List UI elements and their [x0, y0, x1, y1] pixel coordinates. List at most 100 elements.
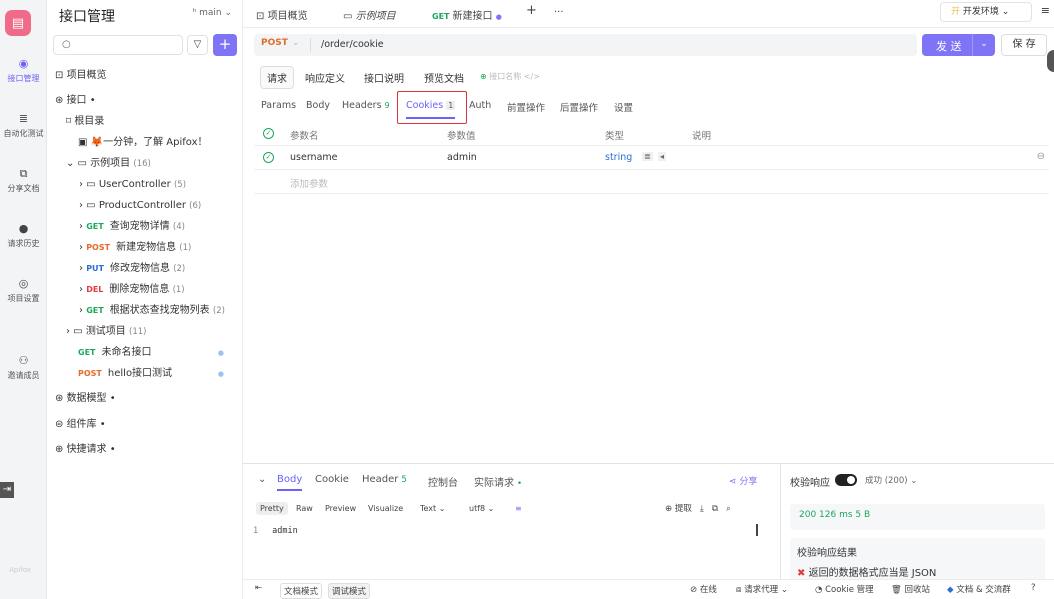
tree-endpoint[interactable]: POST hello接口测试 ●	[78, 364, 238, 384]
response-body[interactable]: 1 admin	[253, 526, 298, 536]
tree-item-quick-request[interactable]: ⊕ 快捷请求 •	[55, 440, 116, 460]
rail-item-api[interactable]: ◉ 接口管理	[0, 58, 47, 84]
tree-item-components[interactable]: ⊜ 组件库 •	[55, 415, 106, 435]
tab-overview[interactable]: ⊡ 项目概览	[256, 7, 308, 22]
scrollbar[interactable]	[756, 524, 758, 536]
api-name-field[interactable]: ⊕ 接口名称 </>	[480, 71, 540, 82]
collapse-sidebar-icon[interactable]: ⇤	[255, 583, 262, 593]
extract-button[interactable]: ⊕ 提取	[665, 504, 692, 514]
recycle-bin-button[interactable]: 🗑 回收站	[891, 583, 930, 595]
add-button[interactable]: +	[213, 34, 237, 56]
row-checkbox[interactable]: ✓	[263, 152, 274, 163]
save-button[interactable]: 保 存	[1001, 34, 1047, 56]
share-button[interactable]: ⋖ 分享	[729, 474, 757, 487]
response-tab-body[interactable]: Body	[277, 474, 303, 491]
side-panel-handle[interactable]	[1047, 50, 1054, 72]
response-tab-actual-request[interactable]: 实际请求 •	[474, 474, 522, 489]
view-pretty[interactable]: Pretty	[256, 502, 288, 515]
env-selector[interactable]: 开 开发环境 ⌄	[940, 2, 1032, 22]
doc-mode-button[interactable]: 文档模式	[280, 583, 323, 599]
tree-label: 快捷请求	[66, 444, 107, 455]
filter-button[interactable]: ▽	[187, 35, 208, 55]
tree-item-intro[interactable]: ▣ 🦊一分钟，了解 Apifox！	[78, 133, 208, 153]
cookie-manager-button[interactable]: ◔ Cookie 管理	[815, 583, 874, 595]
validate-toggle[interactable]	[835, 474, 857, 486]
add-param-field[interactable]: 添加参数	[290, 176, 328, 190]
arrow-icon[interactable]: ◂	[658, 152, 667, 161]
collapse-icon[interactable]: ⇥	[0, 482, 14, 498]
subtab-api-desc[interactable]: 接口说明	[364, 70, 404, 85]
help-icon[interactable]: ?	[1031, 583, 1036, 593]
view-preview[interactable]: Preview	[321, 502, 360, 515]
format-select[interactable]: Text ⌄	[416, 502, 449, 515]
tree-endpoint[interactable]: › GET 查询宠物详情 (4)	[79, 217, 185, 237]
tree-endpoint[interactable]: › PUT 修改宠物信息 (2)	[79, 259, 185, 279]
app-logo[interactable]: ▤	[5, 10, 31, 36]
select-all-checkbox[interactable]: ✓	[263, 128, 274, 139]
response-tab-header[interactable]: Header 5	[362, 474, 407, 485]
rail-item-history[interactable]: ● 请求历史	[0, 223, 47, 249]
tab-settings[interactable]: 设置	[614, 100, 633, 114]
chevron-down-icon[interactable]: ⌄	[972, 34, 995, 56]
batch-edit-icon[interactable]: ≣	[642, 152, 653, 161]
rail-item-docs[interactable]: ⧉ 分享文档	[0, 168, 47, 194]
tab-label: Params	[261, 100, 297, 111]
subtab-response-def[interactable]: 响应定义	[305, 70, 345, 85]
copy-icon[interactable]: ⧉	[712, 504, 718, 514]
tab-new-api[interactable]: GET 新建接口 ●	[432, 7, 502, 22]
proxy-button[interactable]: ⧈ 请求代理 ⌄	[736, 583, 788, 595]
wrap-icon[interactable]: ≡	[511, 502, 526, 515]
tab-post-actions[interactable]: 后置操作	[560, 100, 598, 114]
remove-row-icon[interactable]: ⊖	[1037, 151, 1045, 162]
debug-mode-button[interactable]: 调试模式	[328, 583, 371, 599]
param-type-select[interactable]: string	[605, 152, 632, 163]
encoding-select[interactable]: utf8 ⌄	[465, 502, 498, 515]
response-tab-cookie[interactable]: Cookie	[315, 474, 349, 485]
tree-endpoint[interactable]: GET 未命名接口 ●	[78, 343, 238, 363]
tab-pre-actions[interactable]: 前置操作	[507, 100, 545, 114]
param-name-field[interactable]: username	[290, 152, 338, 163]
rail-item-settings[interactable]: ◎ 项目设置	[0, 278, 47, 304]
community-button[interactable]: ◆ 文档 & 交流群	[947, 583, 1011, 595]
response-tab-console[interactable]: 控制台	[428, 474, 458, 489]
tree-endpoint[interactable]: › DEL 删除宠物信息 (1)	[79, 280, 185, 300]
view-raw[interactable]: Raw	[292, 502, 317, 515]
tab-sample[interactable]: ▭ 示例项目	[343, 7, 396, 22]
method-badge: GET	[78, 348, 96, 357]
branch-selector[interactable]: ʰ main ⌄	[193, 8, 232, 18]
tab-auth[interactable]: Auth	[469, 100, 491, 111]
tab-body[interactable]: Body	[306, 100, 330, 111]
download-icon[interactable]: ⤓	[700, 504, 704, 514]
request-bar: POST ⌄ /order/cookie	[254, 34, 917, 56]
tree-item-overview[interactable]: ⊡ 项目概览	[55, 66, 107, 86]
view-visualize[interactable]: Visualize	[364, 502, 407, 515]
tab-params[interactable]: Params	[261, 100, 296, 111]
search-icon[interactable]: ⌕	[726, 504, 731, 514]
param-value-field[interactable]: admin	[447, 152, 477, 163]
tab-headers[interactable]: Headers 9	[342, 100, 390, 111]
tree-item-api[interactable]: ⊛ 接口 •	[55, 91, 96, 111]
rail-item-invite[interactable]: ⚇ 邀请成员	[0, 355, 47, 381]
menu-icon[interactable]: ≡	[1041, 4, 1050, 17]
url-input[interactable]: /order/cookie	[321, 39, 384, 50]
send-button[interactable]: 发 送 ⌄	[922, 34, 995, 56]
tree-item-root[interactable]: ⌑ 根目录	[66, 112, 104, 132]
tree-endpoint[interactable]: › GET 根据状态查找宠物列表 (2)	[79, 301, 225, 321]
tree-folder-sample[interactable]: ⌄ ▭ 示例项目 (16)	[66, 154, 151, 174]
tree-label: 根据状态查找宠物列表	[109, 305, 210, 316]
subtab-request[interactable]: 请求	[260, 66, 294, 89]
tree-folder[interactable]: › ▭ UserController (5)	[79, 175, 186, 195]
status-select[interactable]: 成功 (200) ⌄	[865, 474, 917, 486]
method-select[interactable]: POST ⌄	[261, 38, 299, 48]
subtab-preview[interactable]: 预览文档	[424, 70, 464, 85]
tree-endpoint[interactable]: › POST 新建宠物信息 (1)	[79, 238, 191, 258]
more-tabs-button[interactable]: ···	[554, 7, 564, 18]
tree-folder[interactable]: › ▭ ProductController (6)	[79, 196, 201, 216]
add-tab-button[interactable]: +	[526, 3, 537, 18]
rail-item-test[interactable]: ≣ 自动化测试	[0, 113, 47, 139]
tree-folder-test[interactable]: › ▭ 测试项目 (11)	[66, 322, 146, 342]
online-status[interactable]: ⊘ 在线	[690, 583, 717, 595]
collapse-response-icon[interactable]: ⌄	[258, 474, 266, 485]
search-input[interactable]: ○	[53, 35, 183, 55]
tree-item-data-model[interactable]: ⊛ 数据模型 •	[55, 389, 116, 409]
